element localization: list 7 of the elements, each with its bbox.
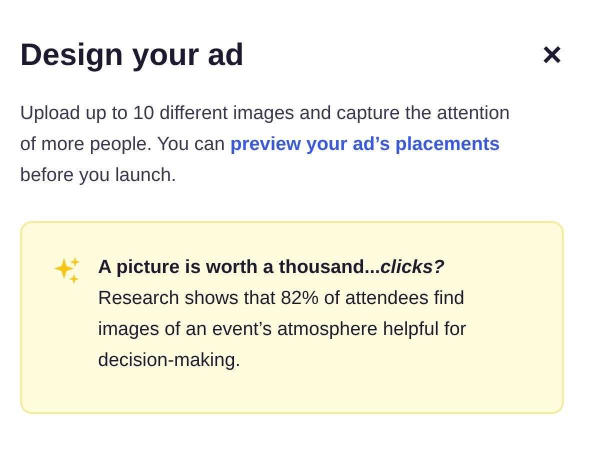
tip-body: Research shows that 82% of attendees find images of an event’s atmosphere helpful for decision-making. [98,287,468,373]
sparkle-icon [52,255,82,285]
dialog-title: Design your ad [20,36,244,74]
close-button[interactable]: × [542,38,562,72]
tip-heading: A picture is worth a thousand...clicks? [98,256,446,280]
intro-paragraph: Upload up to 10 different images and capture the attention of more people. You can preview your ad’s placements before you launch. [20,102,511,188]
preview-link[interactable]: preview your ad’s placements [230,134,500,155]
